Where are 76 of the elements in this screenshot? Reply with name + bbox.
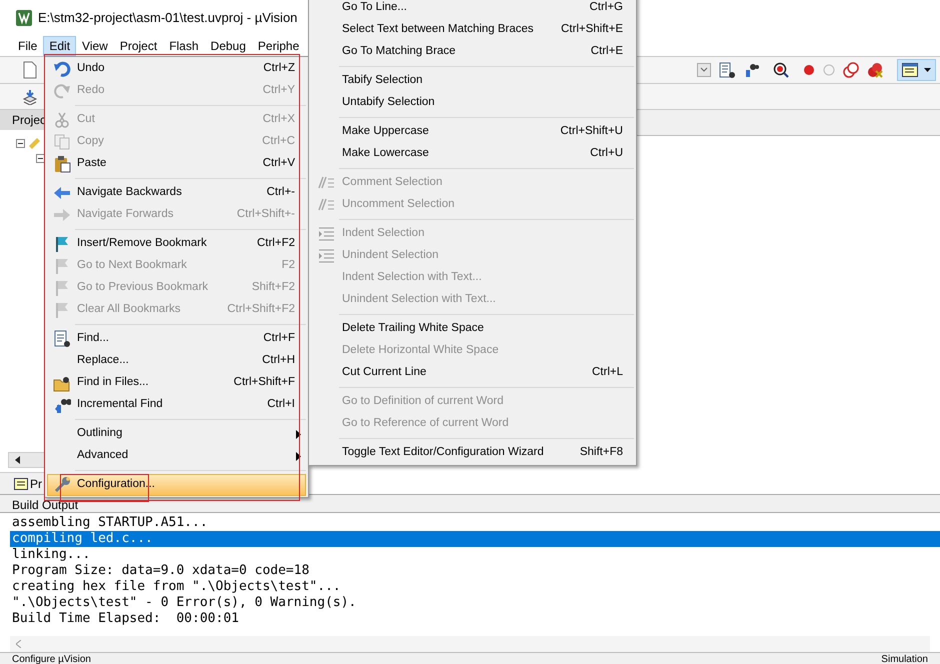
menu-item[interactable]: Periphe xyxy=(252,36,306,56)
menu-item[interactable]: Replace... Ctrl+H xyxy=(47,350,306,372)
wrench-icon xyxy=(53,476,71,494)
submenu-arrow-icon xyxy=(296,430,301,438)
menu-item[interactable]: Toggle Text Editor/Configuration Wizard Shift+F8 xyxy=(311,442,634,464)
menu-item[interactable]: Navigate Backwards Ctrl+- xyxy=(47,182,306,204)
window-toggle-button[interactable] xyxy=(897,59,936,81)
circles-delete-icon[interactable] xyxy=(867,62,883,78)
caret-icon xyxy=(924,68,931,72)
redo-icon xyxy=(53,82,71,100)
menu-item[interactable]: Debug xyxy=(204,36,252,56)
binoculars-icon xyxy=(53,396,71,414)
menu-item[interactable]: Cut Current Line Ctrl+L xyxy=(311,362,634,384)
output-line: Program Size: data=9.0 xdata=0 code=18 xyxy=(11,563,310,579)
pane-title: Projec xyxy=(12,112,46,129)
scroll-left-icon[interactable] xyxy=(15,456,20,464)
collapse-icon[interactable] xyxy=(16,138,25,148)
menu-item[interactable]: File xyxy=(12,36,44,56)
copy-icon xyxy=(53,133,71,151)
menu-item[interactable]: Tabify Selection xyxy=(311,70,634,92)
collapse-icon[interactable] xyxy=(36,154,45,163)
indent-icon xyxy=(317,247,335,265)
menu-item[interactable]: Delete Trailing White Space xyxy=(311,318,634,340)
menu-item[interactable]: Go To Line... Ctrl+G xyxy=(311,0,634,19)
menu-item[interactable]: Undo Ctrl+Z xyxy=(47,58,306,80)
menu-item[interactable]: Outlining xyxy=(47,423,306,445)
menu-item[interactable]: Make Lowercase Ctrl+U xyxy=(311,143,634,165)
document-search-icon xyxy=(53,330,71,348)
output-line: creating hex file from ".\Objects\test"... xyxy=(11,579,342,595)
output-line: ".\Objects\test" - 0 Error(s), 0 Warning(s). xyxy=(11,595,358,611)
menu-item[interactable]: View xyxy=(76,36,114,56)
breakpoint-icon[interactable] xyxy=(803,64,815,76)
menu-item[interactable]: Incremental Find Ctrl+I xyxy=(47,394,306,416)
submenu-arrow-icon xyxy=(296,452,301,460)
menu-item[interactable]: Flash xyxy=(163,36,205,56)
app-logo-icon xyxy=(16,10,32,26)
panel-title: Build Output xyxy=(12,498,78,512)
menu-item[interactable]: Insert/Remove Bookmark Ctrl+F2 xyxy=(47,233,306,255)
undo-icon xyxy=(53,60,71,78)
menu-item[interactable]: Find... Ctrl+F xyxy=(47,328,306,350)
menu-item[interactable]: Make Uppercase Ctrl+Shift+U xyxy=(311,121,634,143)
magnifier-icon[interactable] xyxy=(773,62,789,78)
new-file-icon[interactable] xyxy=(22,61,38,79)
flag-icon xyxy=(53,257,71,275)
menu-item[interactable]: Select Text between Matching Braces Ctrl+Shift+E xyxy=(311,19,634,41)
left-arrow-icon xyxy=(53,184,71,202)
menu-item[interactable]: Paste Ctrl+V xyxy=(47,153,306,175)
status-text: Simulation xyxy=(881,654,928,664)
menu-item[interactable]: Untabify Selection xyxy=(311,92,634,114)
window-title: E:\stm32-project\asm-01\test.uvproj - µVision xyxy=(38,9,298,28)
menu-item[interactable]: Find in Files... Ctrl+Shift+F xyxy=(47,372,306,394)
list-icon xyxy=(14,478,28,490)
menu-item[interactable]: Project xyxy=(114,36,164,56)
output-line: linking... xyxy=(11,547,92,563)
status-text: Configure µVision xyxy=(12,654,91,664)
binoculars-icon[interactable] xyxy=(743,62,759,78)
folder-search-icon xyxy=(53,374,71,392)
indent-icon xyxy=(317,225,335,243)
flag-icon xyxy=(53,301,71,319)
two-circles-icon[interactable] xyxy=(843,62,859,78)
menu-item[interactable]: Edit xyxy=(43,36,76,56)
dropdown-icon[interactable] xyxy=(697,63,711,77)
flag-icon xyxy=(53,279,71,297)
flag-icon xyxy=(53,235,71,253)
menu-item[interactable]: Go To Matching Brace Ctrl+E xyxy=(311,41,634,63)
scissors-icon xyxy=(53,111,71,129)
clipboard-icon xyxy=(53,155,71,173)
document-search-icon[interactable] xyxy=(719,62,735,78)
output-line: assembling STARTUP.A51... xyxy=(11,515,209,531)
right-arrow-icon xyxy=(53,206,71,224)
stack-download-icon[interactable] xyxy=(22,88,38,104)
window-icon xyxy=(902,63,918,77)
menu-item[interactable]: Advanced xyxy=(47,445,306,467)
tab-label: Pr xyxy=(30,476,42,492)
output-line: Build Time Elapsed: 00:00:01 xyxy=(11,611,240,627)
horizontal-scrollbar[interactable] xyxy=(10,636,930,652)
